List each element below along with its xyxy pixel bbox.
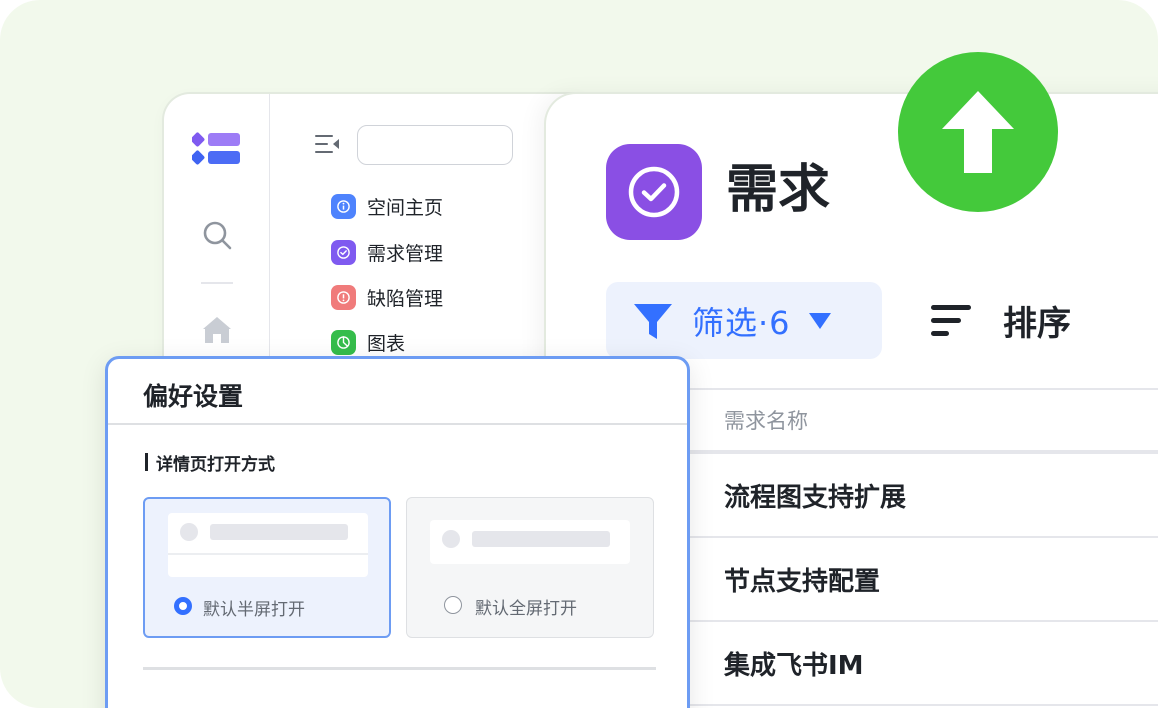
preview-avatar [180,523,198,541]
search-icon[interactable] [201,219,233,251]
preview-bar [210,524,348,540]
option-label: 默认半屏打开 [203,600,305,620]
radio-selected[interactable] [174,597,192,615]
option-half-screen[interactable]: 默认半屏打开 [143,497,391,638]
preview-avatar [442,530,460,548]
nav-item-space-home[interactable]: 空间主页 [331,191,443,221]
requirements-table: 需求名称 流程图支持扩展 节点支持配置 集成飞书IM [690,388,1158,706]
info-icon [331,193,356,219]
filter-funnel-icon [634,303,672,339]
sort-lines-icon [931,304,971,336]
half-screen-preview [168,513,368,577]
nav-item-requirements[interactable]: 需求管理 [331,237,443,267]
app-logo-icon[interactable] [192,128,242,168]
table-row[interactable]: 节点支持配置 [690,538,1158,622]
radio-unselected[interactable] [444,596,462,614]
preview-divider [168,553,368,555]
table-row[interactable]: 集成飞书IM [690,622,1158,706]
nav-item-label: 缺陷管理 [367,287,444,310]
caret-down-icon [808,312,831,329]
home-icon[interactable] [202,316,232,344]
page-title: 需求 [726,160,831,220]
nav-item-charts[interactable]: 图表 [331,327,405,357]
preview-bar [472,531,610,547]
nav-search-input[interactable] [357,125,513,165]
upload-badge [898,52,1058,212]
section-marker [145,453,148,471]
option-full-screen[interactable]: 默认全屏打开 [406,497,654,638]
nav-item-defects[interactable]: 缺陷管理 [331,282,443,312]
preference-dialog: 偏好设置 详情页打开方式 默认半屏打开 默认全屏打开 [105,356,690,708]
check-circle-icon [331,239,356,265]
dialog-bottom-divider [143,667,656,670]
nav-item-label: 需求管理 [367,242,444,265]
upload-arrow-icon [942,91,1014,173]
filter-button[interactable]: 筛选·6 [606,282,882,359]
full-screen-preview [430,520,630,564]
sort-label: 排序 [1003,304,1071,344]
nav-item-label: 空间主页 [367,196,444,219]
sort-button[interactable]: 排序 [931,282,1071,359]
dialog-divider [108,423,687,425]
dialog-title: 偏好设置 [143,382,244,411]
alert-icon [331,284,356,310]
filter-label: 筛选·6 [692,303,791,342]
option-label: 默认全屏打开 [475,599,577,619]
section-label: 详情页打开方式 [156,455,275,475]
collapse-sidebar-icon[interactable] [314,132,340,156]
table-row[interactable]: 流程图支持扩展 [690,454,1158,538]
chart-icon [331,329,356,355]
nav-item-label: 图表 [367,332,406,355]
requirement-check-icon [606,144,702,240]
table-header-name[interactable]: 需求名称 [690,388,1158,454]
rail-divider [201,282,233,284]
